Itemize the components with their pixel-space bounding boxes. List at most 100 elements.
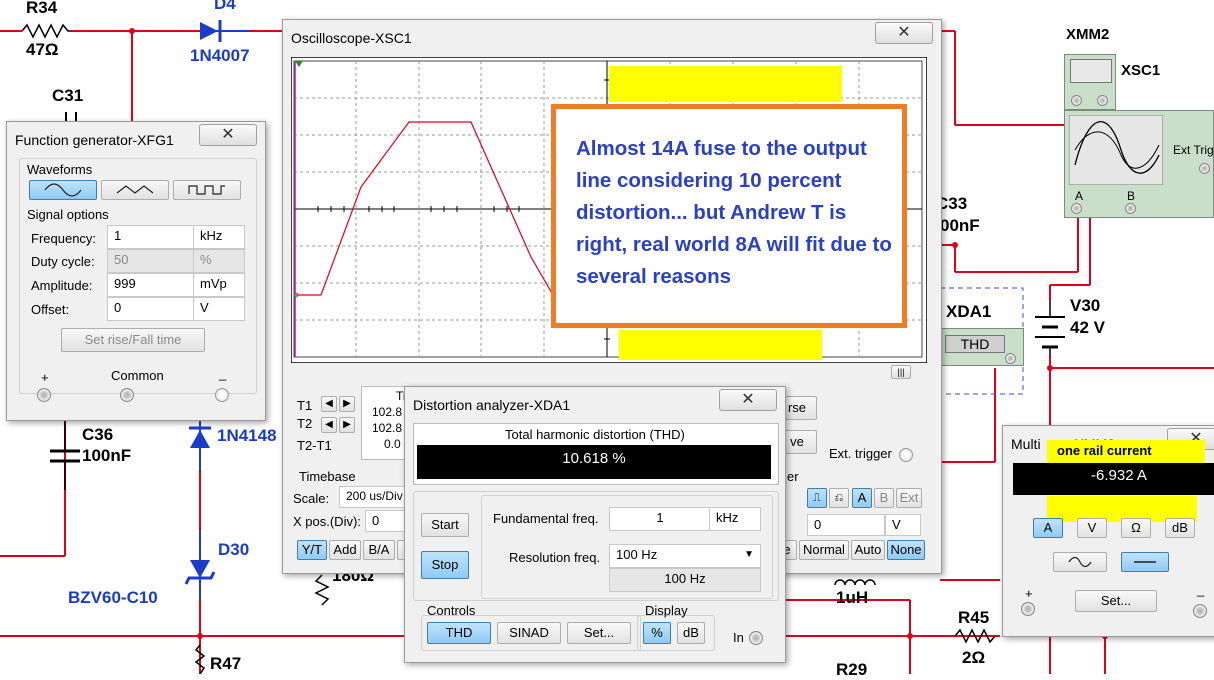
- yt-button[interactable]: Y/T: [297, 540, 327, 560]
- t1-left-arrow-button[interactable]: ◀: [321, 396, 337, 412]
- sine-wave-button[interactable]: [29, 180, 97, 200]
- xsc1-channel-b-label: B: [1127, 189, 1136, 203]
- auto-mode-button[interactable]: Auto: [851, 540, 885, 560]
- square-wave-button[interactable]: [173, 180, 241, 200]
- oscilloscope-close-button[interactable]: ✕: [875, 22, 933, 44]
- amplitude-label: Amplitude:: [31, 278, 93, 293]
- ac-wave-icon: [1068, 556, 1092, 568]
- screen-scroll-button[interactable]: |||: [891, 365, 911, 379]
- db-button[interactable]: dB: [677, 622, 705, 644]
- mm-minus-label: _: [1197, 582, 1205, 597]
- signal-options-label: Signal options: [27, 207, 109, 222]
- falling-edge-button[interactable]: ⎌: [829, 488, 849, 508]
- xda1-input-terminal[interactable]: [1005, 353, 1016, 364]
- ammeter-button[interactable]: A: [1033, 518, 1063, 538]
- function-generator-window[interactable]: Function generator-XFG1 ✕ Waveforms Sign…: [6, 121, 266, 421]
- amplitude-unit[interactable]: mVp: [193, 273, 245, 297]
- t2-right-arrow-button[interactable]: ▶: [339, 417, 355, 433]
- add-button[interactable]: Add: [329, 540, 361, 560]
- c36-value: 100nF: [82, 446, 132, 465]
- percent-button[interactable]: %: [643, 622, 671, 644]
- multimeter-set-button[interactable]: Set...: [1075, 590, 1157, 612]
- function-generator-title: Function generator-XFG1: [15, 132, 174, 148]
- trigger-source-b-button[interactable]: B: [874, 488, 894, 508]
- frequency-value[interactable]: 1: [107, 225, 195, 249]
- xmm2-minus-terminal[interactable]: [1097, 95, 1108, 106]
- resolution-freq-select[interactable]: 100 Hz ▼: [609, 544, 761, 568]
- duty-cycle-unit[interactable]: %: [193, 249, 245, 273]
- triangle-wave-button[interactable]: [101, 180, 169, 200]
- r47-label: R47: [210, 654, 242, 673]
- thd-button[interactable]: THD: [427, 622, 491, 644]
- multimeter-display: -6.932 A: [1013, 463, 1214, 495]
- distortion-analyzer-close-button[interactable]: ✕: [719, 389, 777, 411]
- trigger-level-unit[interactable]: V: [885, 514, 921, 536]
- xsc1-ext-trig-terminal[interactable]: [1199, 163, 1210, 174]
- xsc1-channel-b-terminal[interactable]: [1125, 203, 1136, 214]
- trigger-level-value[interactable]: 0: [807, 514, 885, 536]
- fg-minus-terminal[interactable]: [215, 388, 229, 402]
- scale-value[interactable]: 200 us/Div: [339, 486, 409, 508]
- fg-minus-label: _: [219, 366, 227, 381]
- frequency-unit[interactable]: kHz: [193, 225, 245, 249]
- meter-face-icon: [1070, 59, 1112, 83]
- mm-minus-terminal[interactable]: [1193, 604, 1207, 618]
- r45-value: 2Ω: [962, 648, 986, 667]
- mm-plus-terminal[interactable]: [1021, 602, 1035, 616]
- ext-trigger-terminal[interactable]: [899, 448, 913, 462]
- set-button[interactable]: Set...: [567, 622, 631, 644]
- oscilloscope-title: Oscilloscope-XSC1: [291, 30, 412, 46]
- sinad-button[interactable]: SINAD: [497, 622, 561, 644]
- amplitude-value[interactable]: 999: [107, 273, 195, 297]
- t1-right-arrow-button[interactable]: ▶: [339, 396, 355, 412]
- ohmmeter-button[interactable]: Ω: [1121, 518, 1151, 538]
- offset-value[interactable]: 0: [107, 297, 195, 321]
- voltmeter-button[interactable]: V: [1077, 518, 1107, 538]
- duty-cycle-value[interactable]: 50: [107, 249, 195, 273]
- xpos-value[interactable]: 0: [365, 510, 409, 532]
- t1-time-value: 102.8: [372, 405, 403, 419]
- fg-common-label: Common: [111, 368, 164, 383]
- dc-mode-button[interactable]: [1121, 552, 1169, 572]
- input-terminal[interactable]: [749, 631, 763, 645]
- offset-unit[interactable]: V: [193, 297, 245, 321]
- fg-plus-terminal[interactable]: [37, 388, 51, 402]
- start-button[interactable]: Start: [421, 513, 469, 537]
- highlight-bottom: [619, 330, 822, 360]
- trigger-label: er: [787, 469, 799, 484]
- xsc1-channel-a-terminal[interactable]: [1071, 203, 1082, 214]
- xmm2-instrument[interactable]: [1064, 54, 1116, 110]
- ba-button[interactable]: B/A: [363, 540, 395, 560]
- rising-edge-button[interactable]: ⎍: [807, 488, 827, 508]
- fundamental-freq-unit[interactable]: kHz: [709, 507, 761, 531]
- xda1-instrument[interactable]: THD: [940, 328, 1024, 366]
- ac-mode-button[interactable]: [1053, 552, 1107, 572]
- offset-label: Offset:: [31, 302, 70, 317]
- stop-button[interactable]: Stop: [421, 551, 469, 579]
- v30-label: V30: [1070, 296, 1101, 315]
- xsc1-instrument[interactable]: Ext Trig A B: [1064, 110, 1214, 218]
- inductor-value: 1uH: [836, 588, 869, 607]
- normal-mode-button[interactable]: Normal: [799, 540, 849, 560]
- xmm2-plus-terminal[interactable]: [1071, 95, 1082, 106]
- d30-label: D30: [218, 540, 250, 559]
- fg-plus-label: +: [41, 370, 49, 385]
- fundamental-freq-value[interactable]: 1: [609, 507, 711, 531]
- decibel-button[interactable]: dB: [1165, 518, 1195, 538]
- annotation-box: Almost 14A fuse to the output line consi…: [551, 104, 907, 328]
- trigger-source-ext-button[interactable]: Ext: [896, 488, 922, 508]
- d30-value: BZV60-C10: [68, 588, 158, 607]
- distortion-analyzer-window[interactable]: Distortion analyzer-XDA1 ✕ Total harmoni…: [404, 386, 786, 663]
- multimeter-window[interactable]: MultiXMM2 ✕ one rail current -6.932 A A …: [1002, 425, 1214, 637]
- xda1-label: XDA1: [946, 302, 992, 321]
- trigger-source-a-button[interactable]: A: [852, 488, 872, 508]
- function-generator-close-button[interactable]: ✕: [199, 124, 257, 146]
- none-mode-button[interactable]: None: [887, 540, 925, 560]
- t2-left-arrow-button[interactable]: ◀: [321, 417, 337, 433]
- set-rise-fall-time-button[interactable]: Set rise/Fall time: [61, 328, 205, 352]
- r29-label: R29: [836, 660, 868, 679]
- xmm2-label: XMM2: [1066, 26, 1110, 43]
- controls-label: Controls: [427, 603, 476, 618]
- fundamental-freq-label: Fundamental freq.: [493, 511, 599, 526]
- fg-common-terminal[interactable]: [120, 388, 134, 402]
